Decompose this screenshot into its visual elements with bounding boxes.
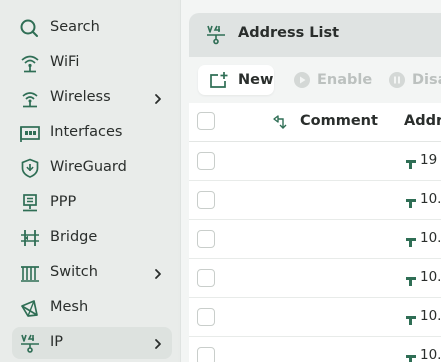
bridge-icon: [19, 228, 41, 248]
chevron-right-icon: [152, 91, 164, 105]
row-checkbox[interactable]: [197, 269, 215, 287]
address-icon: [405, 350, 417, 362]
main-panel: Address List New Enable Disa Comment Add…: [180, 0, 441, 362]
page-title: Address List: [238, 25, 340, 41]
row-checkbox[interactable]: [197, 230, 215, 248]
shield-icon: [19, 158, 41, 178]
sidebar-item-label: IP: [50, 334, 64, 350]
sidebar-item-switch[interactable]: Switch: [12, 257, 172, 289]
row-checkbox[interactable]: [197, 347, 215, 362]
mesh-icon: [19, 298, 41, 318]
address-table: Comment Addre 19 10. 10. 10. 10.: [189, 103, 441, 362]
address-value: 10.: [420, 191, 441, 207]
wireless-icon: [19, 88, 41, 108]
sidebar-item-wireless[interactable]: Wireless: [12, 82, 172, 114]
sidebar-item-label: Switch: [50, 264, 98, 280]
sidebar-item-label: WireGuard: [50, 159, 127, 175]
sidebar-item-label: Search: [50, 19, 100, 35]
row-checkbox[interactable]: [197, 191, 215, 209]
sidebar-item-bridge[interactable]: Bridge: [12, 222, 172, 254]
address-icon: [405, 272, 417, 286]
table-row[interactable]: 10.: [189, 181, 441, 220]
sidebar-item-ppp[interactable]: PPP: [12, 187, 172, 219]
row-checkbox[interactable]: [197, 308, 215, 326]
address-value: 19: [420, 152, 438, 168]
new-button[interactable]: New: [198, 65, 274, 95]
column-header-address[interactable]: Addre: [404, 113, 441, 129]
new-button-label: New: [238, 72, 274, 88]
table-header: Comment Addre: [189, 103, 441, 142]
pause-icon: [389, 72, 405, 88]
disable-button[interactable]: Disa: [388, 65, 441, 95]
switch-icon: [19, 263, 41, 283]
add-icon: [210, 72, 228, 88]
address-value: 10.: [420, 308, 441, 324]
ip-icon: [19, 333, 41, 353]
table-row[interactable]: 10.: [189, 220, 441, 259]
enable-button-label: Enable: [317, 72, 373, 88]
sidebar-item-mesh[interactable]: Mesh: [12, 292, 172, 324]
address-value: 10.: [420, 347, 441, 362]
disable-button-label: Disa: [412, 72, 441, 88]
sidebar-item-label: Bridge: [50, 229, 98, 245]
wifi-icon: [19, 53, 41, 73]
ppp-icon: [19, 193, 41, 213]
sidebar-item-interfaces[interactable]: Interfaces: [12, 117, 172, 149]
interfaces-icon: [19, 123, 41, 143]
table-row[interactable]: 19: [189, 142, 441, 181]
sidebar-item-label: WiFi: [50, 54, 80, 70]
sidebar-item-wireguard[interactable]: WireGuard: [12, 152, 172, 184]
address-icon: [405, 311, 417, 325]
sidebar: Search WiFi Wireless Interfaces WireGuar…: [0, 0, 178, 362]
sort-icon[interactable]: [271, 114, 287, 130]
row-checkbox[interactable]: [197, 152, 215, 170]
page-header: Address List: [189, 13, 441, 57]
chevron-right-icon: [152, 266, 164, 280]
column-header-comment[interactable]: Comment: [300, 113, 378, 129]
chevron-right-icon: [152, 336, 164, 350]
enable-button[interactable]: Enable: [293, 65, 372, 95]
sidebar-item-label: Interfaces: [50, 124, 123, 140]
address-value: 10.: [420, 269, 441, 285]
ip-icon: [205, 24, 227, 46]
select-all-checkbox[interactable]: [197, 112, 215, 130]
sidebar-item-search[interactable]: Search: [12, 12, 172, 44]
sidebar-item-wifi[interactable]: WiFi: [12, 47, 172, 79]
search-icon: [19, 18, 41, 38]
play-icon: [294, 72, 310, 88]
sidebar-item-label: Wireless: [50, 89, 111, 105]
address-icon: [405, 233, 417, 247]
toolbar: New Enable Disa: [189, 62, 441, 98]
table-row[interactable]: 10.: [189, 337, 441, 362]
address-icon: [405, 155, 417, 169]
sidebar-item-ip[interactable]: IP: [12, 327, 172, 359]
address-value: 10.: [420, 230, 441, 246]
table-row[interactable]: 10.: [189, 259, 441, 298]
sidebar-item-label: PPP: [50, 194, 77, 210]
table-row[interactable]: 10.: [189, 298, 441, 337]
sidebar-item-label: Mesh: [50, 299, 89, 315]
address-icon: [405, 194, 417, 208]
